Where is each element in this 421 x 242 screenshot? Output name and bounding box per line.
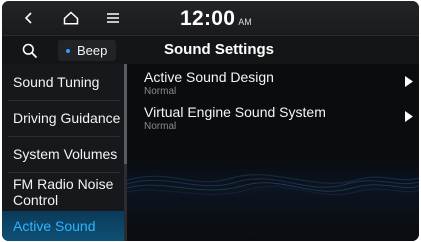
sidebar-item-label: System Volumes <box>13 146 118 162</box>
sidebar-item-system-volumes[interactable]: System Volumes <box>2 137 124 171</box>
clock: 12:00 AM <box>180 7 252 33</box>
search-icon <box>22 43 38 58</box>
sound-wave-background <box>127 174 419 195</box>
sidebar-item-label: Sound Tuning <box>13 73 100 90</box>
clock-ampm: AM <box>238 17 252 27</box>
title-bar: Beep Sound Settings <box>2 35 419 64</box>
beep-indicator-icon <box>66 48 70 53</box>
sidebar-item-label: Control <box>13 192 59 208</box>
setting-value: Normal <box>144 121 177 132</box>
sidebar: Sound Tuning Driving Guidance System Vol… <box>2 64 124 241</box>
menu-button[interactable] <box>98 1 128 35</box>
clock-time: 12:00 <box>180 7 236 30</box>
menu-icon <box>107 13 119 23</box>
sidebar-item-label: FM Radio Noise <box>13 176 114 192</box>
sidebar-item-fm-radio-noise-control[interactable]: FM Radio Noise Control <box>2 173 124 211</box>
setting-value: Normal <box>144 86 177 97</box>
status-bar: 12:00 AM <box>2 1 419 35</box>
sidebar-item-active-sound[interactable]: Active Sound <box>2 211 124 241</box>
setting-title: Virtual Engine Sound System <box>144 104 326 120</box>
beep-label: Beep <box>77 43 108 58</box>
sidebar-item-sound-tuning[interactable]: Sound Tuning <box>2 64 124 99</box>
sidebar-item-label: Active Sound <box>13 218 96 234</box>
infotainment-screen: 12:00 AM Beep Sound Settings Sound Tunin… <box>2 1 419 241</box>
back-icon <box>24 12 32 24</box>
setting-virtual-engine-sound-system[interactable]: Virtual Engine Sound System Normal <box>127 101 419 135</box>
home-icon <box>63 11 79 25</box>
page-title: Sound Settings <box>164 41 274 58</box>
settings-panel: Active Sound Design Normal Virtual Engin… <box>127 64 419 241</box>
chevron-right-icon <box>405 111 413 122</box>
setting-active-sound-design[interactable]: Active Sound Design Normal <box>127 66 419 100</box>
setting-title: Active Sound Design <box>144 69 274 85</box>
sidebar-item-label: Driving Guidance <box>13 110 121 126</box>
chevron-right-icon <box>405 76 413 87</box>
beep-button[interactable]: Beep <box>58 40 116 61</box>
sidebar-item-driving-guidance[interactable]: Driving Guidance <box>2 101 124 135</box>
home-button[interactable] <box>56 1 86 35</box>
back-button[interactable] <box>14 1 44 35</box>
search-button[interactable] <box>16 36 44 65</box>
